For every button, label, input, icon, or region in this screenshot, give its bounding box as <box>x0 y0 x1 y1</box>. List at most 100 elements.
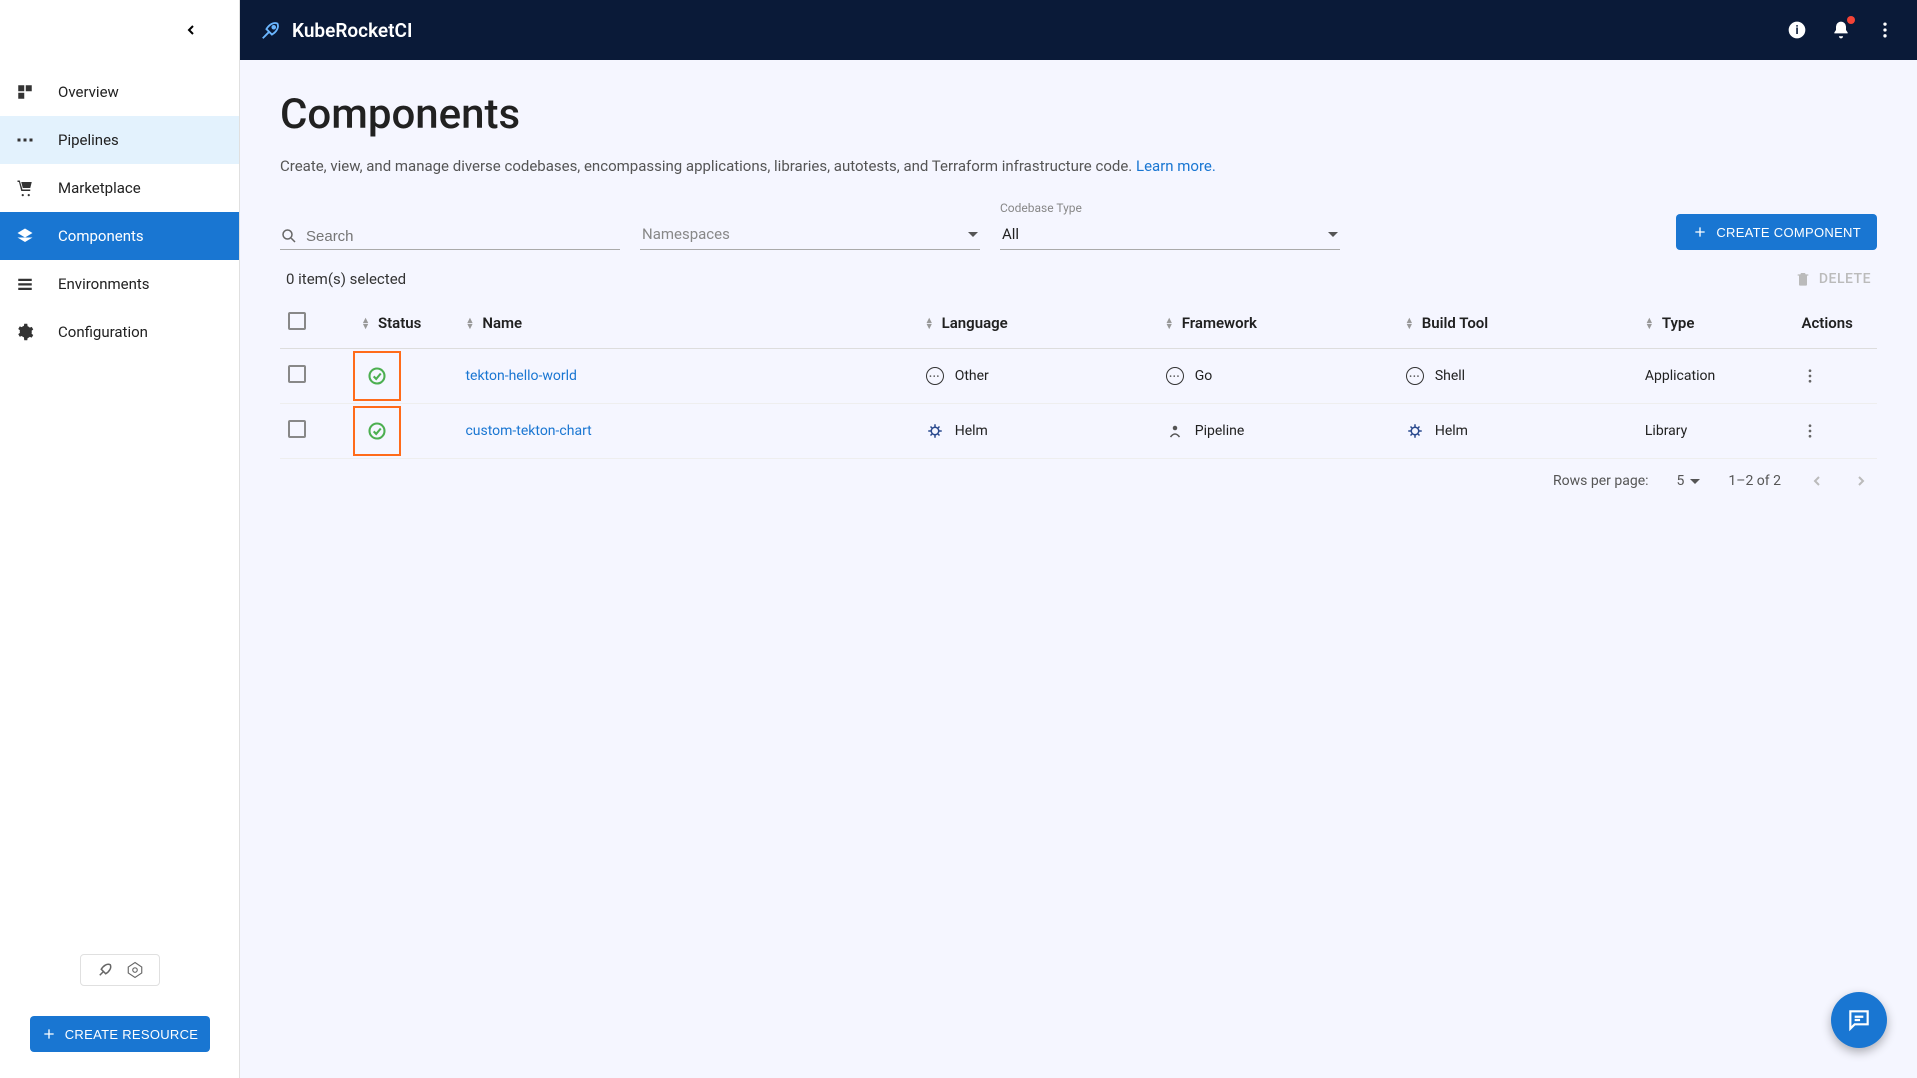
main-content: Components Create, view, and manage dive… <box>240 60 1917 1078</box>
brand-area[interactable]: KubeRocketCI <box>260 19 412 42</box>
namespaces-placeholder: Namespaces <box>642 225 730 243</box>
language-value: Helm <box>955 423 988 439</box>
next-page-icon[interactable] <box>1853 473 1869 489</box>
chevron-down-icon <box>968 232 978 237</box>
go-icon: ••• <box>1165 366 1185 386</box>
brand-name: KubeRocketCI <box>292 19 412 42</box>
more-menu-icon[interactable] <box>1873 18 1897 42</box>
codebase-type-group[interactable]: Codebase Type All <box>1000 201 1340 250</box>
chevron-down-icon <box>1328 232 1338 237</box>
gear-icon <box>14 323 36 341</box>
nav-label: Configuration <box>58 323 148 341</box>
sort-icon[interactable]: ▲▼ <box>1405 318 1414 330</box>
pipeline-fw-icon <box>1165 421 1185 441</box>
chat-icon <box>1846 1007 1872 1033</box>
row-actions-icon[interactable] <box>1801 367 1869 385</box>
codebase-type-label: Codebase Type <box>1000 201 1340 215</box>
header-framework: Framework <box>1182 314 1257 332</box>
trash-icon <box>1795 271 1811 287</box>
filter-bar: Namespaces Codebase Type All CREATE COMP… <box>280 201 1877 250</box>
pagination: Rows per page: 5 1–2 of 2 <box>280 459 1877 503</box>
type-value: Application <box>1645 368 1715 384</box>
cart-icon <box>14 179 36 197</box>
chevron-down-icon <box>1690 479 1700 484</box>
sidebar: Overview Pipelines Marketplace Component… <box>0 0 240 1078</box>
kubernetes-icon[interactable] <box>121 961 149 979</box>
row-checkbox[interactable] <box>288 420 306 438</box>
sort-icon[interactable]: ▲▼ <box>465 318 474 330</box>
rows-per-page-label: Rows per page: <box>1553 473 1648 489</box>
svg-text:i: i <box>1795 23 1798 37</box>
row-actions-icon[interactable] <box>1801 422 1869 440</box>
rows-per-page-select[interactable]: 5 <box>1677 473 1701 489</box>
nav-label: Components <box>58 227 144 245</box>
app-header: KubeRocketCI i <box>240 0 1917 60</box>
learn-more-link[interactable]: Learn more. <box>1136 157 1216 175</box>
selection-bar: 0 item(s) selected DELETE <box>280 270 1877 288</box>
info-icon[interactable]: i <box>1785 18 1809 42</box>
language-value: Other <box>955 368 989 384</box>
framework-value: Pipeline <box>1195 423 1245 439</box>
pipeline-icon <box>14 131 36 149</box>
header-buildtool: Build Tool <box>1422 314 1488 332</box>
helm-icon <box>1405 421 1425 441</box>
helm-icon <box>925 421 945 441</box>
collapse-sidebar-icon[interactable] <box>183 22 199 38</box>
sort-icon[interactable]: ▲▼ <box>1165 318 1174 330</box>
components-table: ▲▼Status ▲▼Name ▲▼Language ▲▼Framework ▲… <box>280 298 1877 459</box>
header-language: Language <box>942 314 1008 332</box>
layers-icon <box>14 227 36 245</box>
dashboard-icon <box>14 83 36 101</box>
select-all-checkbox[interactable] <box>288 312 306 330</box>
rocket-small-icon[interactable] <box>91 961 119 979</box>
delete-label: DELETE <box>1819 271 1871 287</box>
notifications-icon[interactable] <box>1829 18 1853 42</box>
header-name: Name <box>482 314 522 332</box>
table-row: tekton-hello-world •••Other •••Go •••She… <box>280 349 1877 404</box>
header-type: Type <box>1662 314 1695 332</box>
create-resource-label: CREATE RESOURCE <box>65 1027 199 1042</box>
sort-icon[interactable]: ▲▼ <box>361 318 370 330</box>
search-group <box>280 227 620 250</box>
nav-configuration[interactable]: Configuration <box>0 308 239 356</box>
status-ok-icon <box>367 366 387 386</box>
row-checkbox[interactable] <box>288 365 306 383</box>
create-component-button[interactable]: CREATE COMPONENT <box>1676 214 1877 250</box>
nav-overview[interactable]: Overview <box>0 68 239 116</box>
search-input[interactable] <box>306 228 620 245</box>
sidebar-tool-icons <box>80 954 160 986</box>
sort-icon[interactable]: ▲▼ <box>1645 318 1654 330</box>
status-ok-icon <box>367 421 387 441</box>
page-description: Create, view, and manage diverse codebas… <box>280 157 1877 175</box>
shell-icon: ••• <box>1405 366 1425 386</box>
page-title: Components <box>280 90 1877 139</box>
component-name-link[interactable]: custom-tekton-chart <box>465 423 591 439</box>
status-highlight <box>353 351 401 401</box>
selection-count: 0 item(s) selected <box>286 270 406 288</box>
nav-label: Overview <box>58 83 119 101</box>
nav-label: Marketplace <box>58 179 141 197</box>
other-icon: ••• <box>925 366 945 386</box>
status-highlight <box>353 406 401 456</box>
nav-pipelines[interactable]: Pipelines <box>0 116 239 164</box>
table-row: custom-tekton-chart Helm Pipeline Helm L… <box>280 404 1877 459</box>
sort-icon[interactable]: ▲▼ <box>925 318 934 330</box>
nav-environments[interactable]: Environments <box>0 260 239 308</box>
nav-components[interactable]: Components <box>0 212 239 260</box>
type-value: Library <box>1645 423 1687 439</box>
buildtool-value: Helm <box>1435 423 1468 439</box>
chat-fab[interactable] <box>1831 992 1887 1048</box>
notification-badge <box>1847 16 1855 24</box>
nav-label: Pipelines <box>58 131 119 149</box>
create-resource-button[interactable]: CREATE RESOURCE <box>30 1016 210 1052</box>
create-component-label: CREATE COMPONENT <box>1716 225 1861 240</box>
nav-marketplace[interactable]: Marketplace <box>0 164 239 212</box>
component-name-link[interactable]: tekton-hello-world <box>465 368 576 384</box>
delete-button[interactable]: DELETE <box>1795 271 1871 287</box>
namespaces-group[interactable]: Namespaces <box>640 219 980 250</box>
framework-value: Go <box>1195 368 1213 384</box>
rocket-icon <box>260 19 282 41</box>
codebase-type-value: All <box>1002 225 1019 243</box>
prev-page-icon[interactable] <box>1809 473 1825 489</box>
nav-label: Environments <box>58 275 150 293</box>
